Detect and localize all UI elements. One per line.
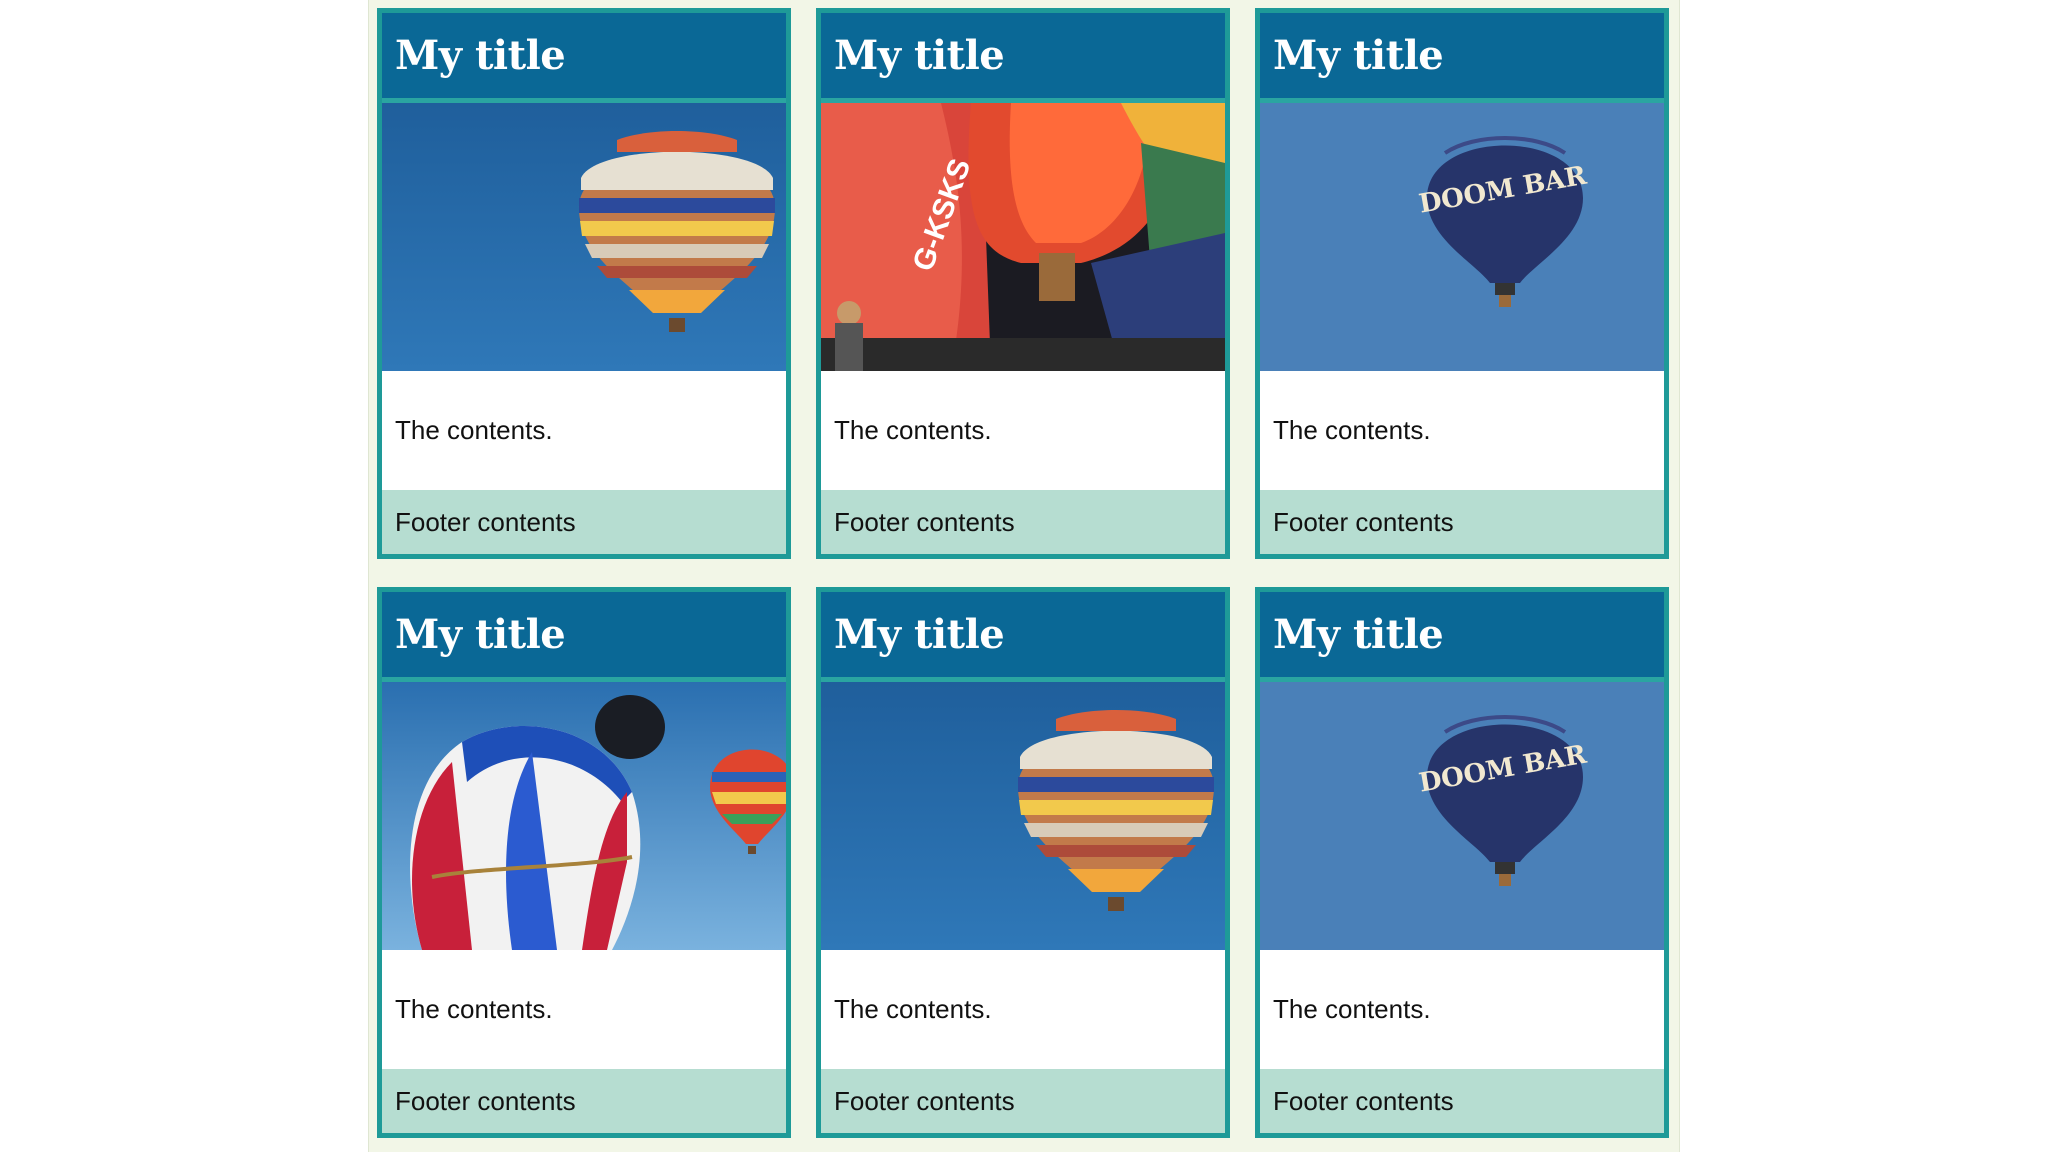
card-footer-text: Footer contents bbox=[1273, 1085, 1454, 1116]
card-footer-text: Footer contents bbox=[834, 1085, 1015, 1116]
card-title: My title bbox=[834, 32, 1005, 79]
card-body: The contents. bbox=[821, 950, 1225, 1069]
card: My title The contents. Footer contents bbox=[377, 587, 791, 1138]
card-header: My title bbox=[821, 592, 1225, 682]
card-body: The contents. bbox=[382, 950, 786, 1069]
card: My title The contents. Footer contents bbox=[377, 8, 791, 559]
card-footer: Footer contents bbox=[1260, 1069, 1664, 1133]
card-title: My title bbox=[834, 611, 1005, 658]
card-header: My title bbox=[821, 13, 1225, 103]
card-body: The contents. bbox=[821, 371, 1225, 490]
red-balloons-crowd-image: G-KSKS bbox=[821, 103, 1225, 371]
card-title: My title bbox=[1273, 611, 1444, 658]
card-content: The contents. bbox=[395, 415, 553, 445]
doom-bar-balloon-image: DOOM BAR bbox=[1260, 103, 1664, 371]
card: My title DOOM BAR The contents. Footer c… bbox=[1255, 587, 1669, 1138]
card-content: The contents. bbox=[1273, 994, 1431, 1024]
card-footer: Footer contents bbox=[382, 1069, 786, 1133]
striped-balloon-image bbox=[382, 103, 786, 371]
card-title: My title bbox=[395, 611, 566, 658]
card-footer: Footer contents bbox=[821, 1069, 1225, 1133]
card-grid: My title The contents. Footer contents M… bbox=[377, 8, 1669, 1138]
card-content: The contents. bbox=[395, 994, 553, 1024]
card-header: My title bbox=[382, 592, 786, 682]
card-header: My title bbox=[1260, 592, 1664, 682]
card-header: My title bbox=[382, 13, 786, 103]
card-content: The contents. bbox=[834, 994, 992, 1024]
card-footer-text: Footer contents bbox=[1273, 506, 1454, 537]
card-content: The contents. bbox=[834, 415, 992, 445]
doom-bar-balloon-image: DOOM BAR bbox=[1260, 682, 1664, 950]
card-content: The contents. bbox=[1273, 415, 1431, 445]
card: My title G-KSKS The contents. Footer con… bbox=[816, 8, 1230, 559]
card-footer-text: Footer contents bbox=[395, 1085, 576, 1116]
card: My title DOOM BAR The contents. Footer c… bbox=[1255, 8, 1669, 559]
card-footer: Footer contents bbox=[382, 490, 786, 554]
card-body: The contents. bbox=[1260, 371, 1664, 490]
card-body: The contents. bbox=[1260, 950, 1664, 1069]
page-container: My title The contents. Footer contents M… bbox=[368, 0, 1680, 1152]
card-footer: Footer contents bbox=[821, 490, 1225, 554]
blue-white-balloons-image bbox=[382, 682, 786, 950]
card-footer: Footer contents bbox=[1260, 490, 1664, 554]
striped-balloon-image bbox=[821, 682, 1225, 950]
card-title: My title bbox=[1273, 32, 1444, 79]
card-footer-text: Footer contents bbox=[395, 506, 576, 537]
card-title: My title bbox=[395, 32, 566, 79]
card-body: The contents. bbox=[382, 371, 786, 490]
card-header: My title bbox=[1260, 13, 1664, 103]
card: My title The contents. Footer contents bbox=[816, 587, 1230, 1138]
card-footer-text: Footer contents bbox=[834, 506, 1015, 537]
